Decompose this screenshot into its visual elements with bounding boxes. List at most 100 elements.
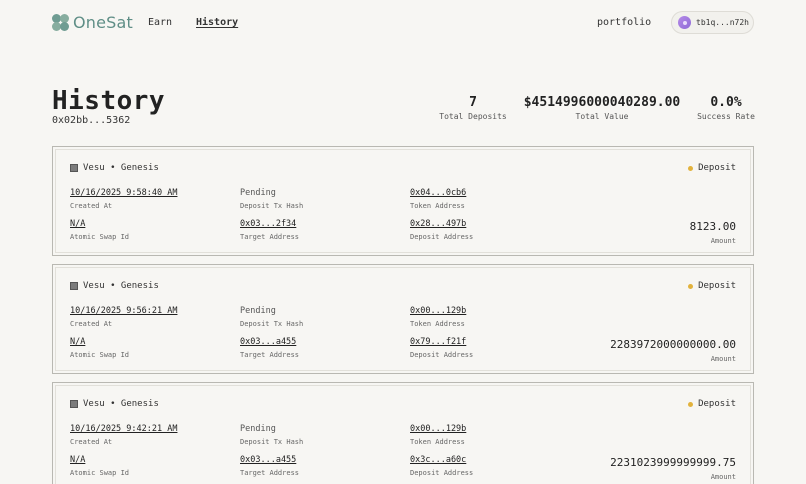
badge-label: Deposit bbox=[698, 281, 736, 291]
stat-value: $4514996000040289.00 bbox=[523, 95, 681, 110]
wallet-address: tb1q...n72h bbox=[696, 18, 749, 27]
deposit-address-link[interactable]: 0x28...497b bbox=[410, 219, 473, 229]
field-token-address: 0x04...0cb6 Token Address bbox=[410, 188, 466, 210]
created-at-value[interactable]: 10/16/2025 9:58:40 AM bbox=[70, 188, 177, 198]
amount-value: 2231023999999999.75 bbox=[610, 456, 736, 469]
field-label: Deposit Tx Hash bbox=[240, 320, 304, 328]
protocol-label: Vesu • Genesis bbox=[83, 399, 159, 409]
created-at-value[interactable]: 10/16/2025 9:56:21 AM bbox=[70, 306, 177, 316]
field-label: Atomic Swap Id bbox=[70, 233, 130, 241]
wallet-avatar-icon bbox=[678, 16, 691, 29]
nav-portfolio-link[interactable]: portfolio bbox=[597, 17, 651, 28]
deposit-tx-hash-value: Pending bbox=[240, 306, 276, 316]
stat-total-deposits: 7 Total Deposits bbox=[438, 95, 508, 121]
field-deposit-tx-hash: Pending Deposit Tx Hash bbox=[240, 188, 303, 210]
card-frame: Vesu • Genesis Deposit 10/16/2025 9:42:2… bbox=[55, 385, 751, 484]
logo[interactable]: OneSat bbox=[52, 13, 133, 32]
status-badge: Deposit bbox=[688, 163, 736, 173]
amount-label: Amount bbox=[710, 237, 736, 245]
card-frame: Vesu • Genesis Deposit 10/16/2025 9:58:4… bbox=[55, 149, 751, 253]
field-created-at: 10/16/2025 9:58:40 AM Created At bbox=[70, 188, 177, 210]
field-label: Deposit Address bbox=[410, 469, 474, 477]
card-frame: Vesu • Genesis Deposit 10/16/2025 9:56:2… bbox=[55, 267, 751, 371]
field-deposit-address: 0x28...497b Deposit Address bbox=[410, 219, 473, 241]
wallet-button[interactable]: tb1q...n72h bbox=[671, 11, 754, 34]
field-label: Target Address bbox=[240, 233, 300, 241]
protocol-square-icon bbox=[70, 164, 78, 172]
stat-label: Total Deposits bbox=[439, 112, 507, 121]
field-created-at: 10/16/2025 9:42:21 AM Created At bbox=[70, 424, 177, 446]
field-label: Created At bbox=[70, 320, 113, 328]
field-target-address: 0x03...a455 Target Address bbox=[240, 455, 299, 477]
token-address-link[interactable]: 0x00...129b bbox=[410, 306, 466, 316]
deposit-address-link[interactable]: 0x79...f21f bbox=[410, 337, 473, 347]
deposit-card[interactable]: Vesu • Genesis Deposit 10/16/2025 9:56:2… bbox=[52, 264, 754, 374]
atomic-swap-id-value[interactable]: N/A bbox=[70, 337, 129, 347]
deposit-card[interactable]: Vesu • Genesis Deposit 10/16/2025 9:58:4… bbox=[52, 146, 754, 256]
field-atomic-swap-id: N/A Atomic Swap Id bbox=[70, 455, 129, 477]
atomic-swap-id-value[interactable]: N/A bbox=[70, 219, 129, 229]
nav-history-link[interactable]: History bbox=[196, 17, 238, 28]
field-created-at: 10/16/2025 9:56:21 AM Created At bbox=[70, 306, 177, 328]
badge-label: Deposit bbox=[698, 163, 736, 173]
protocol-square-icon bbox=[70, 282, 78, 290]
account-address: 0x02bb...5362 bbox=[52, 115, 131, 126]
status-dot-icon bbox=[688, 401, 694, 407]
status-dot-icon bbox=[688, 283, 694, 289]
field-label: Created At bbox=[70, 202, 113, 210]
target-address-link[interactable]: 0x03...a455 bbox=[240, 455, 299, 465]
field-target-address: 0x03...a455 Target Address bbox=[240, 337, 299, 359]
field-atomic-swap-id: N/A Atomic Swap Id bbox=[70, 219, 129, 241]
field-label: Atomic Swap Id bbox=[70, 469, 130, 477]
stat-value: 7 bbox=[469, 95, 477, 110]
amount-label: Amount bbox=[710, 355, 736, 363]
stat-label: Success Rate bbox=[697, 112, 755, 121]
field-deposit-tx-hash: Pending Deposit Tx Hash bbox=[240, 424, 303, 446]
field-token-address: 0x00...129b Token Address bbox=[410, 424, 466, 446]
field-deposit-tx-hash: Pending Deposit Tx Hash bbox=[240, 306, 303, 328]
stat-label: Total Value bbox=[575, 112, 629, 121]
badge-label: Deposit bbox=[698, 399, 736, 409]
card-protocol: Vesu • Genesis bbox=[70, 163, 159, 173]
deposit-card[interactable]: Vesu • Genesis Deposit 10/16/2025 9:42:2… bbox=[52, 382, 754, 484]
field-deposit-address: 0x3c...a60c Deposit Address bbox=[410, 455, 473, 477]
field-deposit-address: 0x79...f21f Deposit Address bbox=[410, 337, 473, 359]
amount-label: Amount bbox=[710, 473, 736, 481]
field-label: Deposit Tx Hash bbox=[240, 438, 304, 446]
target-address-link[interactable]: 0x03...2f34 bbox=[240, 219, 299, 229]
status-dot-icon bbox=[688, 165, 694, 171]
deposit-tx-hash-value: Pending bbox=[240, 424, 276, 434]
field-token-address: 0x00...129b Token Address bbox=[410, 306, 466, 328]
deposit-tx-hash-value: Pending bbox=[240, 188, 276, 198]
logo-text: OneSat bbox=[73, 13, 134, 32]
page-title: History bbox=[52, 86, 166, 116]
created-at-value[interactable]: 10/16/2025 9:42:21 AM bbox=[70, 424, 177, 434]
atomic-swap-id-value[interactable]: N/A bbox=[70, 455, 129, 465]
field-label: Deposit Tx Hash bbox=[240, 202, 304, 210]
field-label: Deposit Address bbox=[410, 233, 474, 241]
field-label: Target Address bbox=[240, 351, 300, 359]
deposit-address-link[interactable]: 0x3c...a60c bbox=[410, 455, 473, 465]
protocol-label: Vesu • Genesis bbox=[83, 163, 159, 173]
amount-value: 2283972000000000.00 bbox=[610, 338, 736, 351]
field-label: Deposit Address bbox=[410, 351, 474, 359]
token-address-link[interactable]: 0x04...0cb6 bbox=[410, 188, 466, 198]
stat-value: 0.0% bbox=[710, 95, 742, 110]
protocol-label: Vesu • Genesis bbox=[83, 281, 159, 291]
top-nav: OneSat Earn History portfolio tb1q...n72… bbox=[0, 0, 806, 46]
token-address-link[interactable]: 0x00...129b bbox=[410, 424, 466, 434]
field-label: Created At bbox=[70, 438, 113, 446]
nav-earn-link[interactable]: Earn bbox=[148, 17, 172, 28]
amount-value: 8123.00 bbox=[689, 220, 736, 233]
field-label: Token Address bbox=[410, 320, 465, 328]
field-atomic-swap-id: N/A Atomic Swap Id bbox=[70, 337, 129, 359]
field-amount: 8123.00 Amount bbox=[690, 220, 736, 245]
protocol-square-icon bbox=[70, 400, 78, 408]
status-badge: Deposit bbox=[688, 281, 736, 291]
field-amount: 2231023999999999.75 Amount bbox=[610, 456, 736, 481]
card-protocol: Vesu • Genesis bbox=[70, 399, 159, 409]
status-badge: Deposit bbox=[688, 399, 736, 409]
target-address-link[interactable]: 0x03...a455 bbox=[240, 337, 299, 347]
field-label: Token Address bbox=[410, 438, 465, 446]
field-label: Token Address bbox=[410, 202, 465, 210]
